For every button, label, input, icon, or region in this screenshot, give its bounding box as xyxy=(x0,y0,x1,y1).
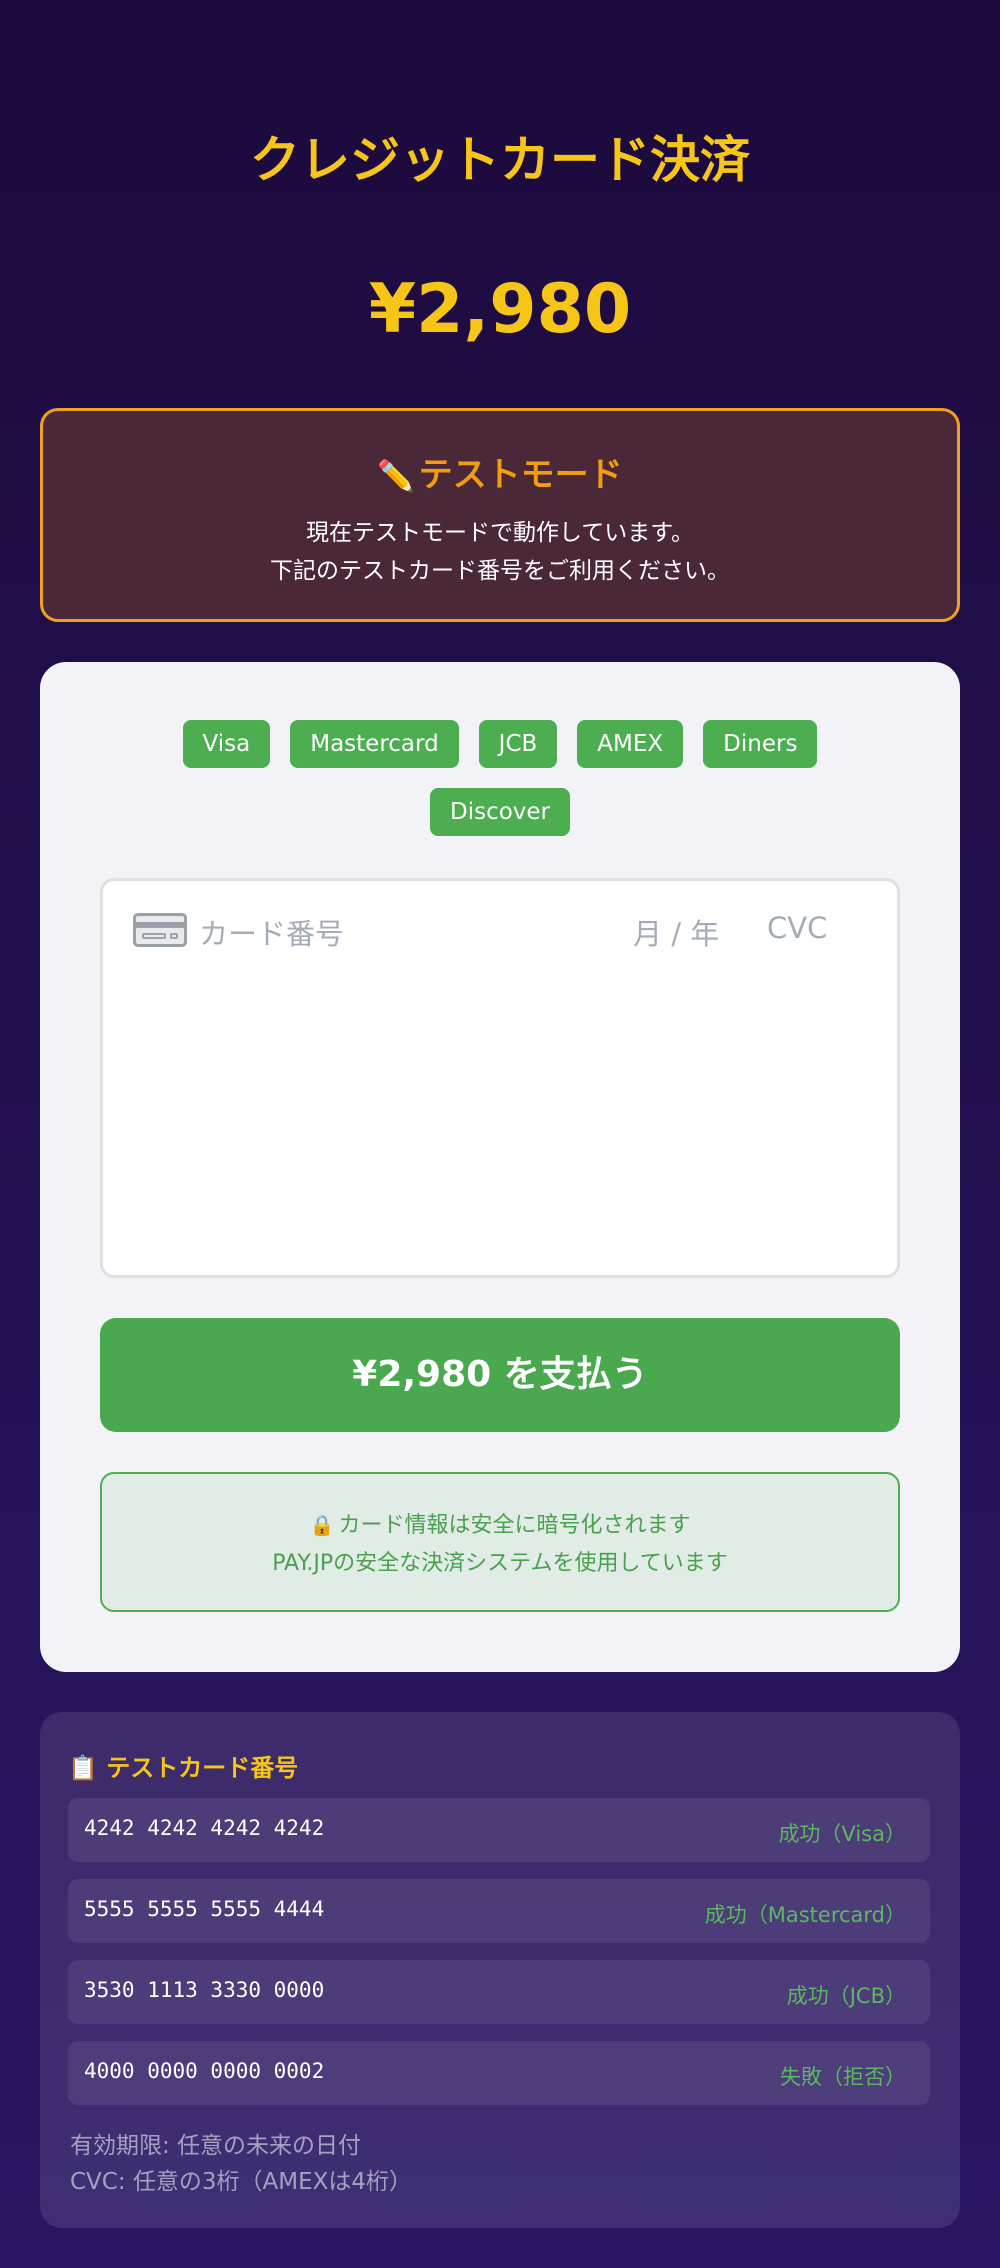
security-line-1: カード情報は安全に暗号化されます xyxy=(338,1513,691,1538)
test-card-result: 成功（JCB） xyxy=(786,1984,906,2008)
test-card-row: 5555 5555 5555 4444 成功（Mastercard） xyxy=(68,1879,930,1943)
test-card-row: 3530 1113 3330 0000 成功（JCB） xyxy=(68,1960,930,2024)
brand-badge-jcb: JCB xyxy=(478,720,558,768)
test-card-number: 3530 1113 3330 0000 xyxy=(84,1978,325,2002)
test-card-result: 成功（Mastercard） xyxy=(704,1903,906,1927)
security-line-2: PAY.JPの安全な決済システムを使用しています xyxy=(272,1551,728,1576)
expiry-note: 有効期限: 任意の未来の日付 xyxy=(70,2133,362,2159)
lock-icon: 🔒 xyxy=(309,1513,335,1537)
test-card-number: 4242 4242 4242 4242 xyxy=(84,1816,325,1840)
brand-badge-diners: Diners xyxy=(703,720,818,768)
cvc-note: CVC: 任意の3桁（AMEXは4桁） xyxy=(70,2169,413,2195)
pencil-icon: ✏️ xyxy=(377,459,415,494)
pay-button[interactable]: ¥2,980 を支払う xyxy=(100,1318,900,1432)
brand-badge-visa: Visa xyxy=(182,720,271,768)
test-card-result: 失敗（拒否） xyxy=(780,2065,906,2089)
test-card-row: 4000 0000 0000 0002 失敗（拒否） xyxy=(68,2041,930,2105)
brand-badge-mastercard: Mastercard xyxy=(290,720,459,768)
card-brand-list: Visa Mastercard JCB AMEX Diners Discover xyxy=(40,720,960,836)
card-number-input[interactable]: カード番号 xyxy=(199,911,344,953)
brand-badge-amex: AMEX xyxy=(577,720,684,768)
test-mode-heading-text: テストモード xyxy=(418,455,623,495)
test-cards-panel: 📋 テストカード番号 4242 4242 4242 4242 成功（Visa） … xyxy=(40,1712,960,2228)
brand-badge-discover: Discover xyxy=(429,788,571,836)
test-mode-line-1: 現在テストモードで動作しています。 xyxy=(305,520,694,546)
test-mode-heading: ✏️ テストモード xyxy=(43,447,957,496)
payment-card: Visa Mastercard JCB AMEX Diners Discover… xyxy=(40,662,960,1672)
clipboard-icon: 📋 xyxy=(68,1754,98,1782)
credit-card-icon xyxy=(133,913,187,947)
card-input-field[interactable]: カード番号 月 / 年 CVC xyxy=(100,878,900,1278)
test-mode-banner: ✏️ テストモード 現在テストモードで動作しています。 下記のテストカード番号をご… xyxy=(40,408,960,622)
test-card-number: 4000 0000 0000 0002 xyxy=(84,2059,325,2083)
security-notice: 🔒 カード情報は安全に暗号化されます PAY.JPの安全な決済システムを使用してい… xyxy=(100,1472,900,1612)
payment-amount: ¥2,980 xyxy=(368,270,632,349)
card-cvc-input[interactable]: CVC xyxy=(767,911,827,945)
test-card-row: 4242 4242 4242 4242 成功（Visa） xyxy=(68,1798,930,1862)
card-expiry-input[interactable]: 月 / 年 xyxy=(633,911,719,953)
page-title: クレジットカード決済 xyxy=(250,131,750,189)
test-mode-line-2: 下記のテストカード番号をご利用ください。 xyxy=(270,558,730,584)
test-card-result: 成功（Visa） xyxy=(778,1822,906,1846)
test-cards-title-text: テストカード番号 xyxy=(106,1754,299,1782)
test-cards-title: 📋 テストカード番号 xyxy=(68,1748,298,1783)
test-card-number: 5555 5555 5555 4444 xyxy=(84,1897,325,1921)
